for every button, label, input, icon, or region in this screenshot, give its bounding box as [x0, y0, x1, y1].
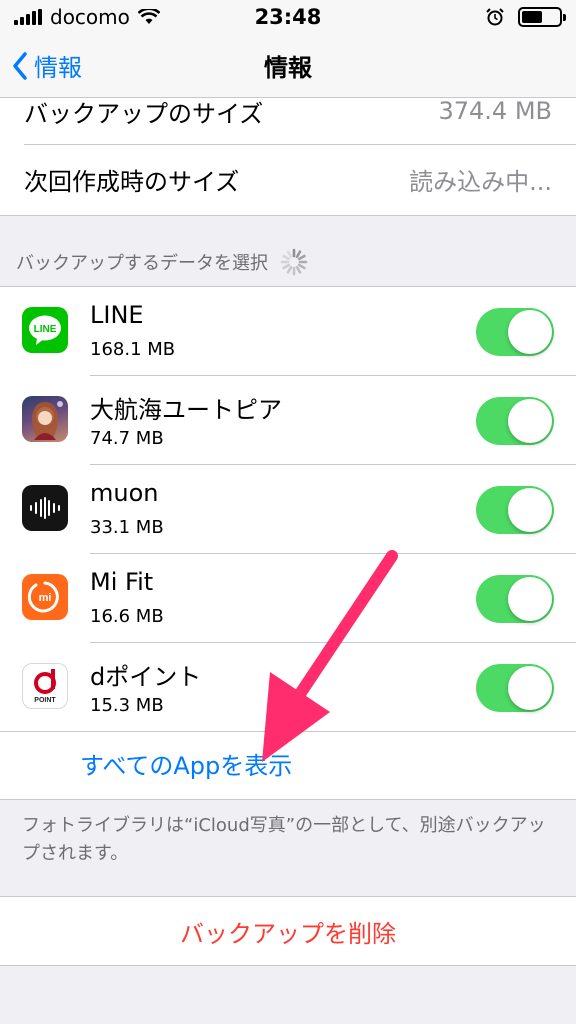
dpoint-icon-text: POINT: [34, 697, 56, 704]
section-header-label: バックアップするデータを選択: [16, 253, 268, 274]
status-time: 23:48: [254, 5, 322, 29]
backup-size-value: 374.4 MB: [438, 97, 552, 125]
signal-icon: [14, 9, 42, 25]
battery-icon: [518, 7, 566, 27]
section-header: バックアップするデータを選択: [16, 248, 308, 276]
backup-info-group: バックアップのサイズ 374.4 MB 次回作成時のサイズ 読み込み中...: [0, 97, 576, 216]
app-size: 168.1 MB: [90, 339, 176, 360]
app-row-line: LINE LINE 168.1 MB: [0, 287, 576, 376]
backup-size-label: バックアップのサイズ: [24, 99, 264, 128]
app-row-dpoint: POINT dポイント 15.3 MB: [0, 643, 576, 732]
toggle-dpoint[interactable]: [476, 664, 554, 712]
toggle-muon[interactable]: [476, 486, 554, 534]
footer-note: フォトライブラリは“iCloud写真”の一部として、別途バックアップされます。: [22, 815, 546, 864]
toggle-utopia[interactable]: [476, 397, 554, 445]
app-size: 33.1 MB: [90, 517, 164, 538]
next-backup-size-value: 読み込み中...: [409, 167, 552, 196]
backup-size-row: バックアップのサイズ 374.4 MB: [0, 74, 576, 148]
next-backup-size-row: 次回作成時のサイズ 読み込み中...: [0, 144, 576, 214]
muon-app-icon: [22, 485, 68, 531]
app-name: muon: [90, 479, 159, 507]
app-size: 74.7 MB: [90, 428, 164, 449]
toggle-line[interactable]: [476, 308, 554, 356]
app-row-utopia: 大航海ユートピア 74.7 MB: [0, 376, 576, 465]
toggle-mifit[interactable]: [476, 575, 554, 623]
line-icon-text: LINE: [34, 324, 57, 335]
alarm-clock-icon: [486, 8, 504, 26]
carrier-label: docomo: [50, 5, 130, 29]
app-row-muon: muon 33.1 MB: [0, 465, 576, 554]
app-size: 15.3 MB: [90, 695, 164, 716]
apps-group: LINE LINE 168.1 MB 大航海ユートピア 74.7 MB muon…: [0, 286, 576, 800]
app-row-mifit: mi Mi Fit 16.6 MB: [0, 554, 576, 643]
mifit-icon-text: mi: [39, 592, 52, 604]
status-left: docomo: [14, 5, 214, 29]
show-all-apps-button[interactable]: すべてのAppを表示: [80, 746, 292, 781]
app-name: Mi Fit: [90, 568, 154, 596]
app-name: dポイント: [90, 663, 202, 691]
delete-backup-button[interactable]: バックアップを削除: [0, 896, 576, 966]
next-backup-size-label: 次回作成時のサイズ: [24, 167, 240, 196]
loading-spinner-icon: [280, 248, 308, 276]
app-size: 16.6 MB: [90, 606, 164, 627]
status-bar: docomo 23:48: [0, 0, 576, 34]
line-app-icon: LINE: [22, 307, 68, 353]
utopia-app-icon: [22, 396, 68, 442]
app-name: LINE: [90, 301, 144, 329]
status-right: [362, 7, 566, 27]
app-name: 大航海ユートピア: [90, 396, 282, 424]
mifit-app-icon: mi: [22, 574, 68, 620]
wifi-icon: [137, 9, 160, 24]
dpoint-app-icon: POINT: [22, 663, 68, 709]
